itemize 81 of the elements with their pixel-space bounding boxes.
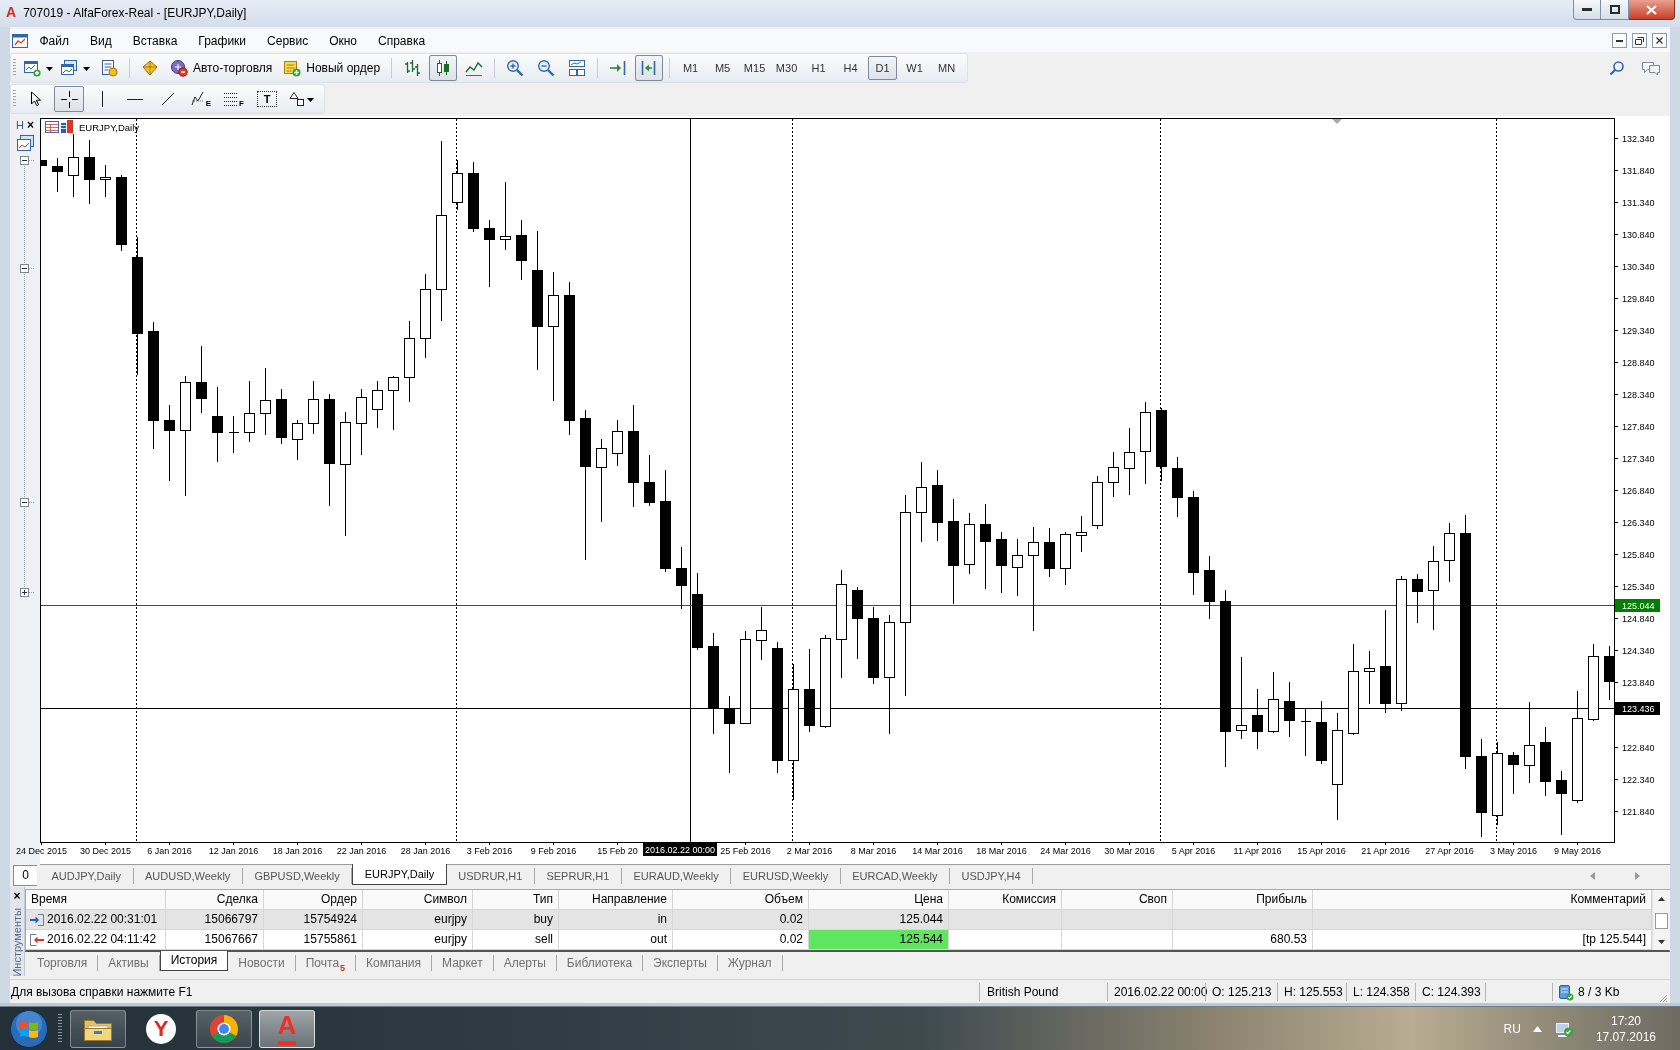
price-label: 125.044 — [1615, 599, 1660, 612]
axis-label: 14 Mar 2016 — [912, 846, 963, 856]
table-cell: 125.544 — [809, 930, 949, 949]
table-cell: 15067667 — [166, 930, 264, 949]
axis-label: 124.840 — [1622, 613, 1655, 624]
axis-label: 125.840 — [1622, 549, 1655, 560]
ref-line-label: 125.044 — [1622, 601, 1655, 611]
table-cell: buy — [473, 910, 559, 929]
status-field: C: 124.393 — [1415, 983, 1485, 1001]
axis-label: 131.340 — [1622, 197, 1655, 208]
axis-label: 130.340 — [1622, 261, 1655, 272]
status-field: 2016.02.22 00:00 — [1107, 983, 1205, 1001]
axis-label: 15 Feb 20 — [597, 846, 638, 856]
axis-label: 3 May 2016 — [1490, 846, 1537, 856]
axis-label: 128.840 — [1622, 357, 1655, 368]
axis-label: 132.340 — [1622, 133, 1655, 144]
axis-label: 2 Mar 2016 — [786, 846, 833, 856]
axis-label: 124.340 — [1622, 645, 1655, 656]
axis-label: 11 Apr 2016 — [1233, 846, 1282, 856]
table-cell: 680.53 — [1173, 930, 1313, 949]
status-field: 8 / 3 Kb — [1578, 983, 1620, 1001]
axis-label: 18 Mar 2016 — [976, 846, 1027, 856]
panel-label: H — [16, 119, 24, 131]
status-field: British Pound — [979, 983, 1107, 1001]
chart-title: EURJPY,Daily — [79, 122, 139, 133]
axis-label: 18 Jan 2016 — [272, 846, 323, 856]
axis-label: 9 May 2016 — [1554, 846, 1601, 856]
axis-label: 24 Mar 2016 — [1040, 846, 1091, 856]
unread-count: 5 — [340, 964, 346, 973]
table-cell: eurjpy — [363, 910, 473, 929]
axis-label: 9 Feb 2016 — [530, 846, 577, 856]
table-cell: eurjpy — [363, 930, 473, 949]
window-title: 707019 - AlfaForex-Real - [EURJPY,Daily] — [23, 6, 247, 20]
table-cell: in — [559, 910, 673, 929]
axis-label: 121.840 — [1622, 806, 1655, 817]
table-cell: sell — [473, 930, 559, 949]
axis-label: 22 Jan 2016 — [336, 846, 387, 856]
axis-label: 27 Apr 2016 — [1425, 846, 1474, 856]
table-cell: 15066797 — [166, 910, 264, 929]
status-field: L: 124.358 — [1346, 983, 1415, 1001]
status-text: Для вызова справки нажмите F1 — [10, 984, 194, 1001]
status-field: O: 125.213 — [1205, 983, 1277, 1001]
axis-label: 123.840 — [1622, 677, 1655, 688]
axis-label: 127.340 — [1622, 453, 1655, 464]
table-cell-text: 2016.02.22 00:31:01 — [47, 911, 158, 928]
table-cell: out — [559, 930, 673, 949]
axis-label: 15 Apr 2016 — [1297, 846, 1346, 856]
panel-title: Инструменты — [11, 908, 23, 977]
axis-label: 30 Mar 2016 — [1104, 846, 1155, 856]
axis-label: 131.840 — [1622, 165, 1655, 176]
price-label: 123.436 — [1615, 702, 1660, 715]
axis-label: 126.340 — [1622, 517, 1655, 528]
axis-label: 25 Feb 2016 — [720, 846, 771, 856]
table-cell: 125.044 — [809, 910, 949, 929]
axis-label: 122.840 — [1622, 742, 1655, 753]
axis-label: 3 Feb 2016 — [466, 846, 513, 856]
axis-label: 30 Dec 2015 — [80, 846, 131, 856]
axis-label: 130.840 — [1622, 229, 1655, 240]
ref-line-label: 123.436 — [1622, 704, 1655, 714]
time-label: 2016.02.22 00:00 — [643, 843, 717, 856]
axis-label: 24 Dec 2015 — [16, 846, 67, 856]
table-cell: 0.02 — [673, 910, 809, 929]
axis-label: 128.340 — [1622, 389, 1655, 400]
table-cell: 15754924 — [264, 910, 363, 929]
axis-label: 127.840 — [1622, 421, 1655, 432]
table-cell-text: 2016.02.22 04:11:42 — [47, 931, 157, 948]
table-cell: 15755861 — [264, 930, 363, 949]
axis-label: 126.840 — [1622, 485, 1655, 496]
axis-label: 129.840 — [1622, 293, 1655, 304]
axis-label: 122.340 — [1622, 774, 1655, 785]
axis-label: 12 Jan 2016 — [208, 846, 259, 856]
axis-label: 5 Apr 2016 — [1171, 846, 1216, 856]
axis-label: 28 Jan 2016 — [400, 846, 451, 856]
axis-label: 129.340 — [1622, 325, 1655, 336]
axis-label: 6 Jan 2016 — [147, 846, 192, 856]
app-logo-icon: A — [6, 4, 17, 20]
axis-label: 125.340 — [1622, 581, 1655, 592]
axis-label: 21 Apr 2016 — [1361, 846, 1410, 856]
status-field: H: 125.553 — [1277, 983, 1346, 1001]
axis-label: 8 Mar 2016 — [850, 846, 897, 856]
letter-circle-icon: Y — [146, 1013, 176, 1044]
